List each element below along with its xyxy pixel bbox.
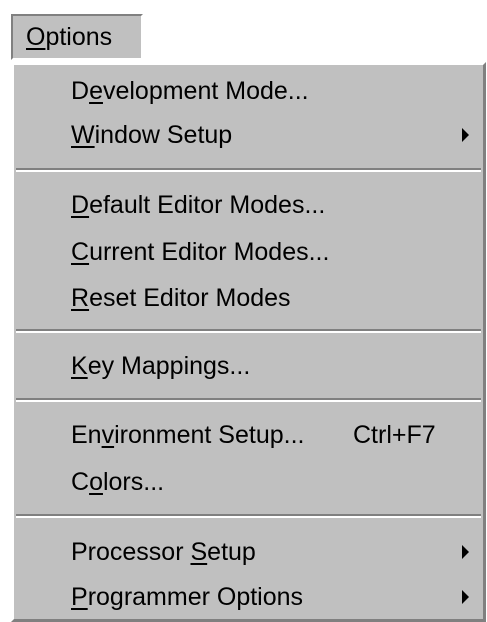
menu-item-label: Default Editor Modes... <box>71 191 326 219</box>
menu-item-current-editor-modes[interactable]: Current Editor Modes... <box>14 229 483 275</box>
menu-item-default-editor-modes[interactable]: Default Editor Modes... <box>14 182 483 228</box>
menu-item-programmer-options[interactable]: Programmer Options <box>14 574 483 620</box>
menu-item-label: Processor Setup <box>71 538 256 566</box>
menu-item-development-mode[interactable]: Development Mode... <box>14 68 483 114</box>
menu-item-label: Programmer Options <box>71 583 304 611</box>
menu-item-label: Key Mappings... <box>71 352 251 380</box>
menu-separator <box>16 514 481 518</box>
menu-separator <box>16 398 481 402</box>
menu-item-label: Current Editor Modes... <box>71 238 330 266</box>
menu-item-key-mappings[interactable]: Key Mappings... <box>14 343 483 389</box>
menu-separator <box>16 168 481 172</box>
options-menu-title[interactable]: Options <box>11 14 143 60</box>
submenu-arrow-icon <box>462 128 469 142</box>
options-mnemonic: O <box>26 23 46 51</box>
options-title-rest: ptions <box>45 23 113 51</box>
menu-item-label: Environment Setup... <box>71 421 305 449</box>
menu-item-colors[interactable]: Colors... <box>14 459 483 505</box>
menu-item-environment-setup[interactable]: Environment Setup... Ctrl+F7 <box>14 412 483 458</box>
menu-item-window-setup[interactable]: Window Setup <box>14 112 483 158</box>
menu-item-shortcut: Ctrl+F7 <box>353 421 436 449</box>
menu-item-processor-setup[interactable]: Processor Setup <box>14 529 483 575</box>
submenu-arrow-icon <box>462 545 469 559</box>
menu-item-label: Reset Editor Modes <box>71 284 291 312</box>
menu-separator <box>16 329 481 333</box>
menu-item-label: Window Setup <box>71 121 233 149</box>
menu-item-label: Colors... <box>71 468 165 496</box>
menu-item-reset-editor-modes[interactable]: Reset Editor Modes <box>14 275 483 321</box>
options-dropdown-menu: Development Mode... Window Setup Default… <box>11 62 486 622</box>
menu-item-label: Development Mode... <box>71 77 309 105</box>
submenu-arrow-icon <box>462 590 469 604</box>
